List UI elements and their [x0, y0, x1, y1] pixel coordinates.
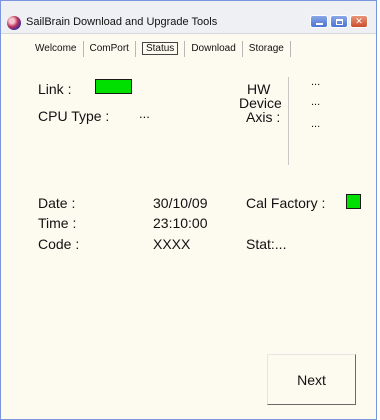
tab-storage[interactable]: Storage — [243, 41, 291, 57]
time-value: 23:10:00 — [153, 215, 208, 231]
cal-factory-indicator — [346, 194, 361, 209]
next-button[interactable]: Next — [267, 354, 356, 405]
sailbrain-logo-icon — [7, 16, 21, 30]
date-value: 30/10/09 — [153, 195, 208, 211]
axis-label: Axis : — [246, 109, 281, 125]
minimize-icon — [315, 22, 323, 25]
axis-value: ... — [311, 118, 321, 130]
time-label: Time : — [38, 215, 77, 231]
info-divider — [288, 77, 289, 165]
cal-factory-label: Cal Factory : — [246, 195, 326, 211]
tab-comport[interactable]: ComPort — [84, 41, 136, 57]
device-value: ... — [311, 96, 321, 108]
code-label: Code : — [38, 236, 80, 252]
stat-label: Stat:... — [246, 236, 287, 252]
close-button[interactable]: ✕ — [350, 15, 368, 28]
code-value: XXXX — [153, 236, 191, 252]
title-bar: SailBrain Download and Upgrade Tools ✕ — [1, 1, 376, 34]
cpu-type-label: CPU Type : — [38, 108, 110, 124]
cpu-type-value: ... — [139, 106, 150, 121]
app-window: SailBrain Download and Upgrade Tools ✕ W… — [0, 0, 377, 420]
minimize-button[interactable] — [310, 15, 328, 28]
tab-welcome[interactable]: Welcome — [27, 41, 84, 57]
link-label: Link : — [38, 81, 72, 97]
close-icon: ✕ — [355, 16, 363, 26]
tab-status[interactable]: Status — [136, 41, 186, 57]
maximize-icon — [335, 18, 343, 25]
window-controls: ✕ — [310, 15, 368, 28]
link-indicator — [95, 79, 132, 94]
date-label: Date : — [38, 195, 76, 211]
window-title: SailBrain Download and Upgrade Tools — [26, 16, 218, 28]
tab-download[interactable]: Download — [185, 41, 243, 57]
hw-value: ... — [311, 76, 321, 88]
maximize-button[interactable] — [330, 15, 348, 28]
tab-bar: Welcome ComPort Status Download Storage — [27, 38, 291, 60]
